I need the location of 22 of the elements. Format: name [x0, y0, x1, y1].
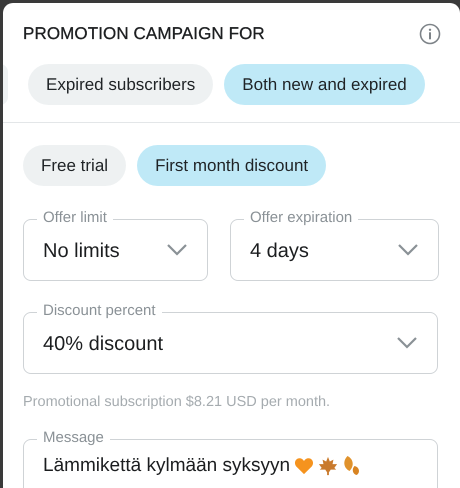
chevron-down-icon: [397, 243, 419, 257]
chip[interactable]: First month discount: [137, 145, 326, 186]
dropdown-field[interactable]: Offer expiration 4 days: [230, 209, 439, 281]
helper-text: Promotional subscription $8.21 USD per month.: [23, 393, 332, 411]
maple-leaf-icon: [318, 456, 338, 476]
field-label: Message: [37, 429, 110, 447]
field-value: Lämmikettä kylmään syksyyn: [43, 455, 290, 477]
section-title: PROMOTION CAMPAIGN FOR: [23, 24, 265, 44]
dropdown-field[interactable]: Offer limit No limits: [23, 209, 208, 281]
field-value: No limits: [43, 238, 120, 262]
info-icon[interactable]: [419, 23, 441, 45]
chevron-down-icon: [166, 243, 188, 257]
field-label: Offer expiration: [244, 209, 358, 227]
chip[interactable]: Both new and expired: [224, 64, 425, 105]
chevron-down-icon: [396, 336, 418, 350]
chip[interactable]: Free trial: [23, 145, 126, 186]
field-value: 40% discount: [43, 332, 164, 356]
field-label: Discount percent: [37, 302, 162, 320]
chip[interactable]: Expired subscribers: [28, 64, 214, 105]
heart-icon: [294, 456, 314, 476]
field-value: 4 days: [250, 238, 309, 262]
dropdown-field[interactable]: Discount percent 40% discount: [23, 302, 438, 374]
